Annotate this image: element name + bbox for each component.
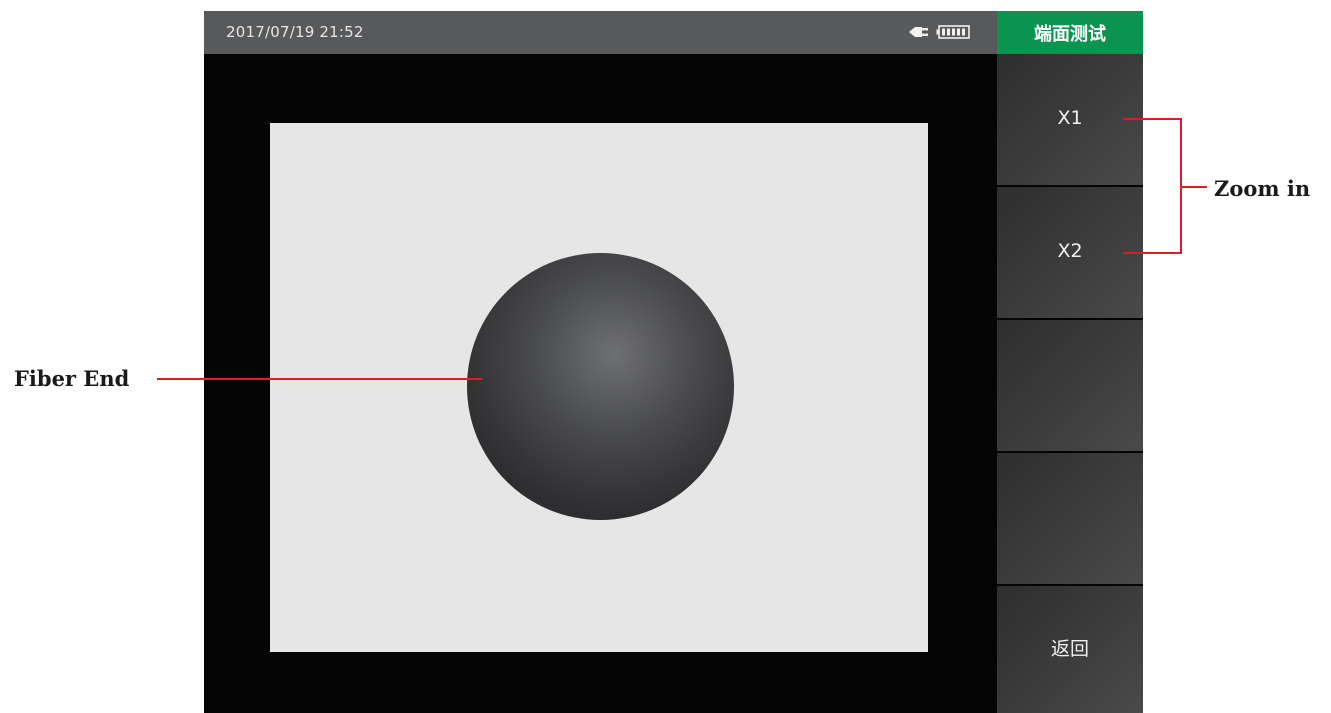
zoom-x1-button[interactable]: X1 [997,54,1143,185]
plug-icon [909,27,928,37]
back-button[interactable]: 返回 [997,586,1143,713]
status-bar: 2017/07/19 21:52 [204,11,997,54]
zoom-in-bracket-top [1123,118,1182,120]
fiber-image-area [270,123,928,652]
empty-button-3[interactable] [997,320,1143,451]
empty-button-4[interactable] [997,453,1143,584]
battery-icon [936,25,970,39]
sidebar: X1 X2 返回 [997,54,1143,713]
fiber-end-circle [467,253,734,520]
fiber-end-callout-line [157,378,482,380]
back-button-label: 返回 [1050,638,1089,660]
zoom-in-bracket-bottom [1123,252,1182,254]
device-screen: 2017/07/19 21:52 端面测试 X1 X2 返回 [204,11,1143,713]
zoom-in-bracket-pointer [1182,186,1207,188]
datetime-text: 2017/07/19 21:52 [226,23,364,41]
zoom-in-callout-label: Zoom in [1214,176,1311,201]
camera-viewport [204,54,997,713]
zoom-x1-label: X1 [1057,106,1083,129]
zoom-x2-label: X2 [1057,239,1083,262]
mode-title: 端面测试 [997,11,1143,54]
zoom-x2-button[interactable]: X2 [997,187,1143,318]
fiber-end-callout-label: Fiber End [14,366,130,391]
